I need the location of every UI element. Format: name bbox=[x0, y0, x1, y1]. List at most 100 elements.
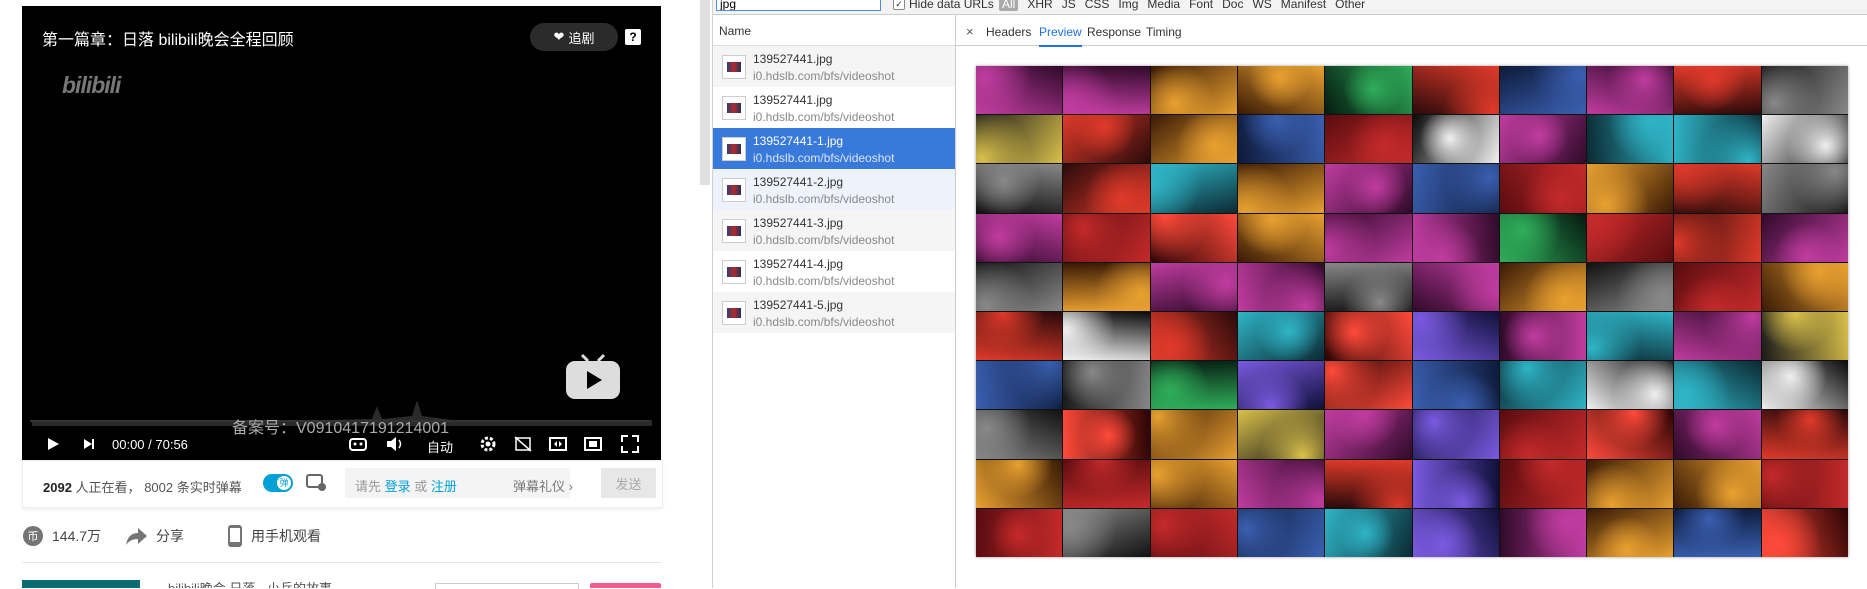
fullscreen-icon[interactable] bbox=[619, 434, 641, 454]
video-frame-thumbnail bbox=[1325, 213, 1412, 262]
phone-icon bbox=[228, 525, 242, 547]
type-filters: All XHR JS CSS Img Media Font Doc WS Manifest Othe… bbox=[999, 0, 1365, 11]
request-row[interactable]: 139527441-1.jpg i0.hdslb.com/bfs/videosho… bbox=[713, 128, 955, 169]
video-frame-thumbnail bbox=[1150, 312, 1237, 361]
type-filter-css[interactable]: CSS bbox=[1085, 0, 1110, 11]
register-link[interactable]: 注册 bbox=[431, 479, 457, 494]
send-button[interactable]: 发送 bbox=[601, 468, 656, 498]
video-frame-thumbnail bbox=[1499, 508, 1587, 557]
tab-preview[interactable]: Preview bbox=[1039, 25, 1082, 47]
tab-response[interactable]: Response bbox=[1087, 25, 1141, 39]
video-frame-thumbnail bbox=[1674, 164, 1761, 213]
type-filter-js[interactable]: JS bbox=[1062, 0, 1076, 11]
settings-gear-icon[interactable] bbox=[477, 434, 499, 454]
hide-data-urls-checkbox[interactable]: ✓ bbox=[893, 0, 905, 10]
help-button[interactable]: ? bbox=[622, 26, 644, 48]
type-filter-manifest[interactable]: Manifest bbox=[1281, 0, 1326, 11]
video-frame-thumbnail bbox=[1325, 361, 1412, 410]
request-name: 139527441-5.jpg bbox=[753, 298, 844, 312]
next-video-thumbnail[interactable] bbox=[22, 580, 140, 588]
danmaku-off-icon[interactable] bbox=[512, 434, 534, 454]
web-fullscreen-icon[interactable] bbox=[582, 434, 604, 454]
play-icon[interactable] bbox=[42, 434, 64, 454]
type-filter-doc[interactable]: Doc bbox=[1222, 0, 1243, 11]
video-frame-thumbnail bbox=[1587, 262, 1674, 311]
scrollbar-thumb[interactable] bbox=[700, 0, 710, 185]
type-filter-ws[interactable]: WS bbox=[1252, 0, 1271, 11]
video-frame-thumbnail bbox=[1063, 66, 1150, 115]
close-icon[interactable]: × bbox=[966, 24, 974, 39]
video-frame-thumbnail bbox=[1761, 361, 1848, 410]
name-column-header[interactable]: Name bbox=[713, 15, 955, 46]
video-frame-thumbnail bbox=[1674, 410, 1761, 459]
video-frame-thumbnail bbox=[1063, 164, 1150, 213]
danmaku-mascot-icon[interactable] bbox=[347, 434, 369, 454]
danmaku-input-placeholder: 请先 登录 或 注册 bbox=[355, 476, 457, 495]
video-frame-thumbnail bbox=[976, 508, 1063, 557]
request-url: i0.hdslb.com/bfs/videoshot bbox=[753, 69, 895, 83]
follow-button[interactable]: ❤ 追剧 bbox=[530, 23, 618, 51]
video-frame-thumbnail bbox=[1499, 312, 1587, 361]
tab-headers[interactable]: Headers bbox=[986, 25, 1031, 39]
video-actions: 币 144.7万 分享 用手机观看 bbox=[22, 522, 662, 552]
video-frame-thumbnail bbox=[1150, 459, 1237, 508]
widescreen-icon[interactable] bbox=[547, 434, 569, 454]
video-frame-thumbnail bbox=[1587, 213, 1674, 262]
danmaku-toggle[interactable]: 弹 bbox=[263, 474, 293, 492]
next-icon[interactable] bbox=[78, 434, 100, 454]
hide-data-urls[interactable]: ✓ Hide data URLs bbox=[893, 0, 994, 11]
share-action[interactable]: 分享 bbox=[124, 522, 184, 550]
video-frame-thumbnail bbox=[1499, 262, 1587, 311]
login-link[interactable]: 登录 bbox=[385, 479, 411, 494]
video-frame-thumbnail bbox=[1237, 312, 1325, 361]
type-filter-xhr[interactable]: XHR bbox=[1027, 0, 1052, 11]
request-row[interactable]: 139527441-5.jpg i0.hdslb.com/bfs/videosho… bbox=[713, 292, 955, 333]
type-filter-font[interactable]: Font bbox=[1189, 0, 1213, 11]
video-frame-thumbnail bbox=[1325, 312, 1412, 361]
video-frame-thumbnail bbox=[1150, 164, 1237, 213]
request-row[interactable]: 139527441-4.jpg i0.hdslb.com/bfs/videosho… bbox=[713, 251, 955, 292]
image-file-icon bbox=[722, 55, 746, 79]
next-button-pink[interactable] bbox=[590, 583, 661, 588]
next-button-outline[interactable] bbox=[435, 583, 579, 589]
video-frame-thumbnail bbox=[1150, 213, 1237, 262]
video-frame-thumbnail bbox=[1325, 164, 1412, 213]
video-frame-thumbnail bbox=[1325, 459, 1412, 508]
video-frame-thumbnail bbox=[1761, 459, 1848, 508]
big-play-icon[interactable] bbox=[564, 353, 622, 401]
video-player[interactable]: 第一篇章：日落 bilibili晚会全程回顾 ❤ 追剧 ? bilibili 备… bbox=[22, 6, 661, 460]
video-frame-thumbnail bbox=[1499, 459, 1587, 508]
request-row[interactable]: 139527441.jpg i0.hdslb.com/bfs/videoshot bbox=[713, 46, 955, 87]
request-row[interactable]: 139527441-3.jpg i0.hdslb.com/bfs/videosho… bbox=[713, 210, 955, 251]
video-frame-thumbnail bbox=[1674, 459, 1761, 508]
video-frame-thumbnail bbox=[1499, 410, 1587, 459]
image-file-icon bbox=[722, 178, 746, 202]
filter-input[interactable] bbox=[716, 0, 881, 11]
video-frame-thumbnail bbox=[1412, 66, 1499, 115]
video-frame-thumbnail bbox=[976, 213, 1063, 262]
request-row[interactable]: 139527441.jpg i0.hdslb.com/bfs/videoshot bbox=[713, 87, 955, 128]
type-filter-other[interactable]: Other bbox=[1335, 0, 1365, 11]
control-bar: 00:00 / 70:56 自动 bbox=[22, 430, 661, 460]
share-icon bbox=[126, 528, 147, 545]
input-or: 或 bbox=[414, 479, 428, 494]
tab-timing[interactable]: Timing bbox=[1146, 25, 1182, 39]
quality-auto[interactable]: 自动 bbox=[427, 437, 453, 456]
request-url: i0.hdslb.com/bfs/videoshot bbox=[753, 151, 895, 165]
video-frame-thumbnail bbox=[1587, 459, 1674, 508]
video-frame-thumbnail bbox=[1063, 312, 1150, 361]
danmaku-settings-icon[interactable] bbox=[306, 473, 328, 493]
danmaku-etiquette-link[interactable]: 弹幕礼仪 › bbox=[513, 476, 573, 495]
video-frame-thumbnail bbox=[1499, 164, 1587, 213]
mobile-watch-action[interactable]: 用手机观看 bbox=[227, 522, 321, 550]
video-frame-thumbnail bbox=[1063, 115, 1150, 164]
next-video-title[interactable]: bilibili晚会 日落 · 小兵的故事 bbox=[168, 582, 388, 588]
coin-action[interactable]: 币 144.7万 bbox=[22, 522, 101, 550]
volume-icon[interactable] bbox=[384, 434, 406, 454]
type-filter-img[interactable]: Img bbox=[1118, 0, 1138, 11]
page-scrollbar[interactable] bbox=[698, 0, 712, 588]
type-filter-all[interactable]: All bbox=[999, 0, 1019, 11]
request-list: Name 139527441.jpg i0.hdslb.com/bfs/video… bbox=[713, 15, 956, 588]
type-filter-media[interactable]: Media bbox=[1147, 0, 1180, 11]
request-row[interactable]: 139527441-2.jpg i0.hdslb.com/bfs/videosho… bbox=[713, 169, 955, 210]
